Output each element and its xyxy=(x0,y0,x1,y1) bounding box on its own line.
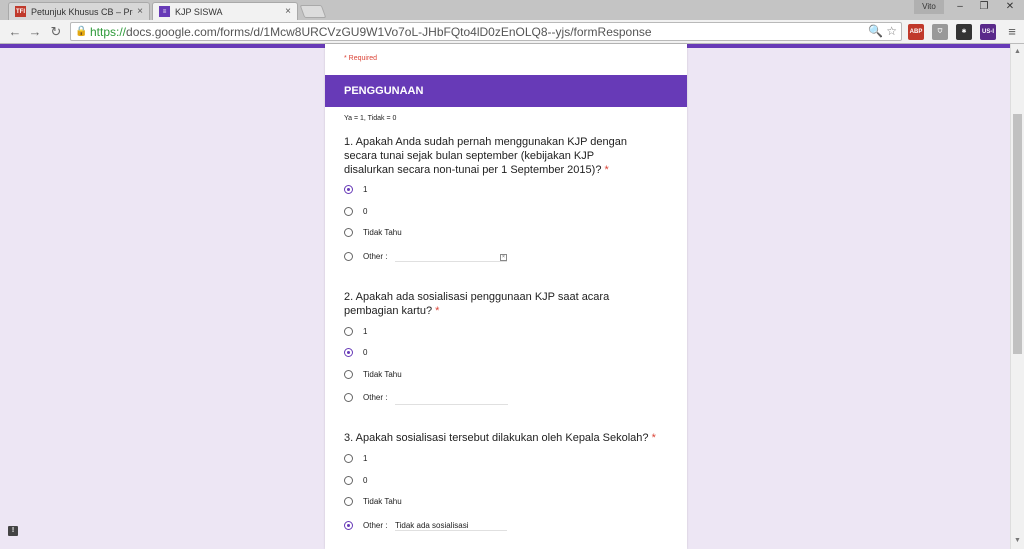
required-note: * Required xyxy=(344,55,378,62)
required-star: * xyxy=(435,305,440,317)
minimize-icon[interactable]: – xyxy=(948,0,972,14)
browser-toolbar: ← → ↻ 🔒 https:// docs.google.com/forms/d… xyxy=(0,20,1024,44)
close-window-icon[interactable]: ✕ xyxy=(996,0,1024,14)
q1-option-0[interactable]: 0 xyxy=(344,205,367,217)
scroll-down-icon[interactable]: ▼ xyxy=(1011,535,1024,547)
puzzle-icon[interactable]: ✱ xyxy=(956,24,972,40)
reload-icon[interactable]: ↻ xyxy=(47,23,65,41)
option-label: 0 xyxy=(363,206,368,216)
option-label: Other : xyxy=(363,251,388,261)
q1-option-other[interactable]: Other : xyxy=(344,250,387,262)
radio-button[interactable] xyxy=(344,206,353,216)
radio-button[interactable] xyxy=(344,184,353,194)
adblock-plus-icon[interactable]: ABP xyxy=(908,24,924,40)
q1-other-input[interactable] xyxy=(395,251,507,262)
question-text: 2. Apakah ada sosialisasi penggunaan KJP… xyxy=(344,291,610,317)
page-scrollbar[interactable]: ▲ ▼ xyxy=(1010,44,1024,549)
radio-button[interactable] xyxy=(344,392,353,402)
radio-button[interactable] xyxy=(344,453,353,463)
forward-icon[interactable]: → xyxy=(26,23,44,41)
browser-titlebar: TFI Petunjuk Khusus CB – Prof × ≡ KJP SI… xyxy=(0,0,1024,20)
restore-icon[interactable]: ❐ xyxy=(972,0,996,14)
new-tab-button[interactable] xyxy=(299,5,327,18)
q3-option-1[interactable]: 1 xyxy=(344,452,367,464)
radio-button[interactable] xyxy=(344,251,353,261)
tab-title: Petunjuk Khusus CB – Prof xyxy=(31,6,134,17)
url-scheme: https:// xyxy=(90,24,127,39)
q3-option-tidak-tahu[interactable]: Tidak Tahu xyxy=(344,495,402,507)
question-3: 3. Apakah sosialisasi tersebut dilakukan… xyxy=(344,431,674,445)
q2-option-0[interactable]: 0 xyxy=(344,346,367,358)
tfi-favicon-icon: TFI xyxy=(15,6,26,17)
feedback-icon[interactable]: ! xyxy=(8,526,18,536)
required-star: * xyxy=(604,164,609,176)
q1-option-1[interactable]: 1 xyxy=(344,183,367,195)
forms-favicon-icon: ≡ xyxy=(159,6,170,17)
question-text: 1. Apakah Anda sudah pernah menggunakan … xyxy=(344,136,627,176)
option-label: 1 xyxy=(363,453,368,463)
tab-kjp-siswa[interactable]: ≡ KJP SISWA × xyxy=(152,2,298,20)
radio-button[interactable] xyxy=(344,347,353,357)
url-text: docs.google.com/forms/d/1Mcw8URCVzGU9W1V… xyxy=(126,24,652,39)
option-label: Other : xyxy=(363,520,388,530)
option-label: 0 xyxy=(363,347,368,357)
scroll-thumb[interactable] xyxy=(1013,114,1022,354)
radio-button[interactable] xyxy=(344,326,353,336)
us-i-extension-icon[interactable]: US-I xyxy=(980,24,996,40)
input-clear-icon[interactable]: × xyxy=(500,254,507,261)
close-tab-icon[interactable]: × xyxy=(137,6,143,17)
address-bar[interactable]: 🔒 https:// docs.google.com/forms/d/1Mcw8… xyxy=(70,22,902,41)
option-label: Tidak Tahu xyxy=(363,227,402,237)
scroll-up-icon[interactable]: ▲ xyxy=(1011,46,1024,58)
tab-title: KJP SISWA xyxy=(175,6,223,17)
section-title: PENGGUNAAN xyxy=(325,75,687,107)
q3-option-other[interactable]: Other : xyxy=(344,519,387,531)
section-description: Ya = 1, Tidak = 0 xyxy=(344,115,397,122)
back-icon[interactable]: ← xyxy=(6,23,24,41)
lock-icon: 🔒 xyxy=(75,25,88,37)
question-1: 1. Apakah Anda sudah pernah menggunakan … xyxy=(344,135,644,177)
option-label: Tidak Tahu xyxy=(363,369,402,379)
profile-button[interactable]: Vito xyxy=(914,0,944,14)
radio-button[interactable] xyxy=(344,520,353,530)
required-star: * xyxy=(651,432,656,444)
search-and-bookmark-icon[interactable]: 🔍 ☆ xyxy=(868,24,897,38)
radio-button[interactable] xyxy=(344,475,353,485)
radio-button[interactable] xyxy=(344,369,353,379)
q2-option-other[interactable]: Other : xyxy=(344,391,387,403)
close-tab-icon[interactable]: × xyxy=(285,6,291,17)
option-label: 1 xyxy=(363,184,368,194)
radio-button[interactable] xyxy=(344,496,353,506)
question-text: 3. Apakah sosialisasi tersebut dilakukan… xyxy=(344,432,649,444)
radio-button[interactable] xyxy=(344,227,353,237)
menu-icon[interactable]: ≡ xyxy=(1003,23,1021,41)
q2-option-tidak-tahu[interactable]: Tidak Tahu xyxy=(344,368,402,380)
q2-other-input[interactable] xyxy=(395,394,508,405)
option-label: Tidak Tahu xyxy=(363,496,402,506)
option-label: 0 xyxy=(363,475,368,485)
shield-icon[interactable]: ⛉ xyxy=(932,24,948,40)
option-label: 1 xyxy=(363,326,368,336)
option-label: Other : xyxy=(363,392,388,402)
question-2: 2. Apakah ada sosialisasi penggunaan KJP… xyxy=(344,290,644,318)
q3-other-input[interactable] xyxy=(395,520,507,531)
q3-option-0[interactable]: 0 xyxy=(344,474,367,486)
tab-petunjuk-khusus[interactable]: TFI Petunjuk Khusus CB – Prof × xyxy=(8,2,150,20)
q1-option-tidak-tahu[interactable]: Tidak Tahu xyxy=(344,226,402,238)
q2-option-1[interactable]: 1 xyxy=(344,325,367,337)
